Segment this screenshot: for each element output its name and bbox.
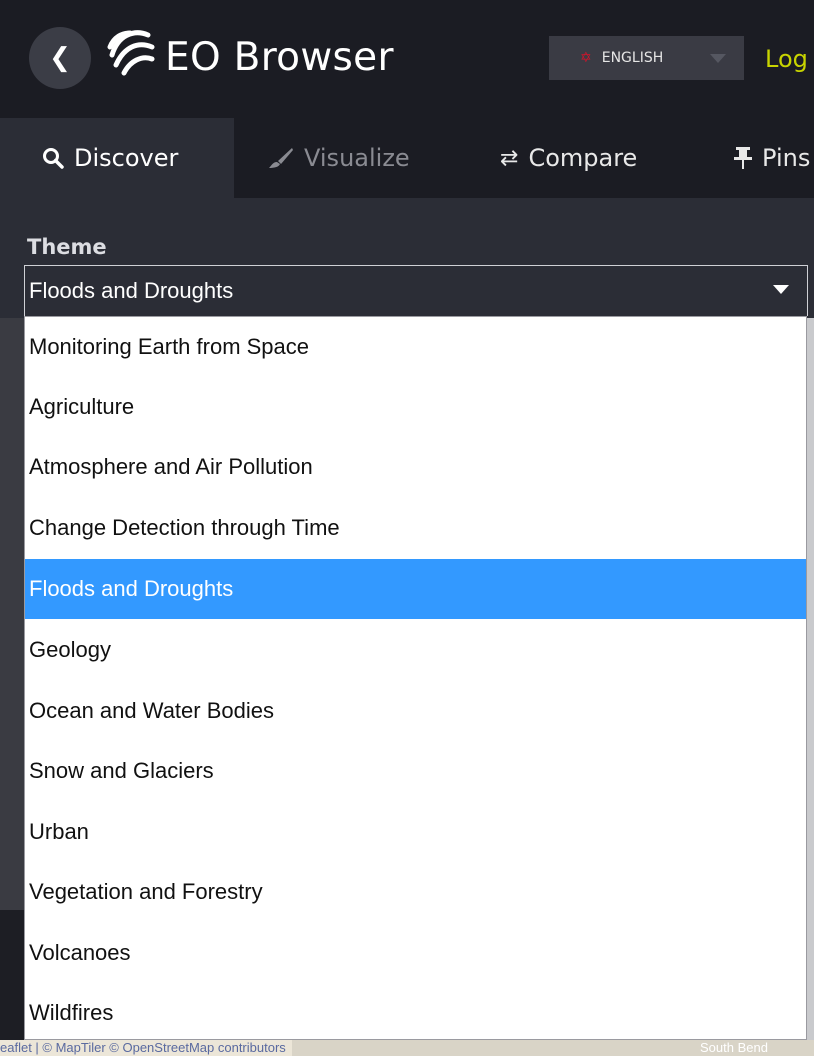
option-floods-droughts[interactable]: Floods and Droughts [25, 559, 806, 619]
tab-label: Discover [74, 144, 179, 172]
app-title: EO Browser [165, 35, 394, 80]
option-urban[interactable]: Urban [25, 802, 806, 862]
tab-bar: Discover Visualize ⇄ Compare Pins [0, 118, 814, 198]
theme-select[interactable]: Floods and Droughts [24, 265, 808, 316]
option-monitoring-earth[interactable]: Monitoring Earth from Space [25, 317, 806, 377]
option-wildfires[interactable]: Wildfires [25, 983, 806, 1043]
back-button[interactable]: ❮ [29, 27, 91, 89]
option-geology[interactable]: Geology [25, 620, 806, 680]
login-link[interactable]: Log [765, 44, 808, 74]
app-header: ❮ EO Browser ✡ ENGLISH Log [0, 0, 814, 118]
tab-label: Compare [528, 144, 638, 172]
language-label: ENGLISH [601, 50, 664, 66]
caret-down-icon [773, 285, 789, 294]
option-change-detection[interactable]: Change Detection through Time [25, 498, 806, 558]
theme-selected-value: Floods and Droughts [29, 278, 234, 303]
chevron-left-icon: ❮ [49, 43, 71, 73]
tab-visualize[interactable]: Visualize [268, 118, 410, 198]
swap-arrows-icon: ⇄ [500, 145, 519, 171]
tab-label: Pins [762, 144, 811, 172]
option-agriculture[interactable]: Agriculture [25, 377, 806, 437]
pin-icon [734, 147, 752, 169]
option-atmosphere[interactable]: Atmosphere and Air Pollution [25, 437, 806, 497]
tab-label: Visualize [304, 144, 410, 172]
eo-browser-logo [107, 30, 155, 76]
theme-label: Theme [27, 235, 107, 259]
theme-options-list: Monitoring Earth from Space Agriculture … [24, 316, 807, 1040]
tab-pins[interactable]: Pins [734, 118, 810, 198]
option-snow-glaciers[interactable]: Snow and Glaciers [25, 741, 806, 801]
option-ocean[interactable]: Ocean and Water Bodies [25, 681, 806, 741]
brush-icon [269, 148, 293, 168]
tab-compare[interactable]: ⇄ Compare [500, 118, 637, 198]
option-vegetation[interactable]: Vegetation and Forestry [25, 862, 806, 922]
tab-discover[interactable]: Discover [0, 118, 234, 198]
chevron-down-icon [710, 54, 726, 63]
scrollbar-track[interactable] [807, 318, 814, 1040]
option-volcanoes[interactable]: Volcanoes [25, 923, 806, 983]
language-selector[interactable]: ✡ ENGLISH [549, 36, 744, 80]
search-icon [43, 148, 64, 169]
uk-flag-icon: ✡ [580, 50, 592, 66]
panel-background [0, 910, 24, 1040]
